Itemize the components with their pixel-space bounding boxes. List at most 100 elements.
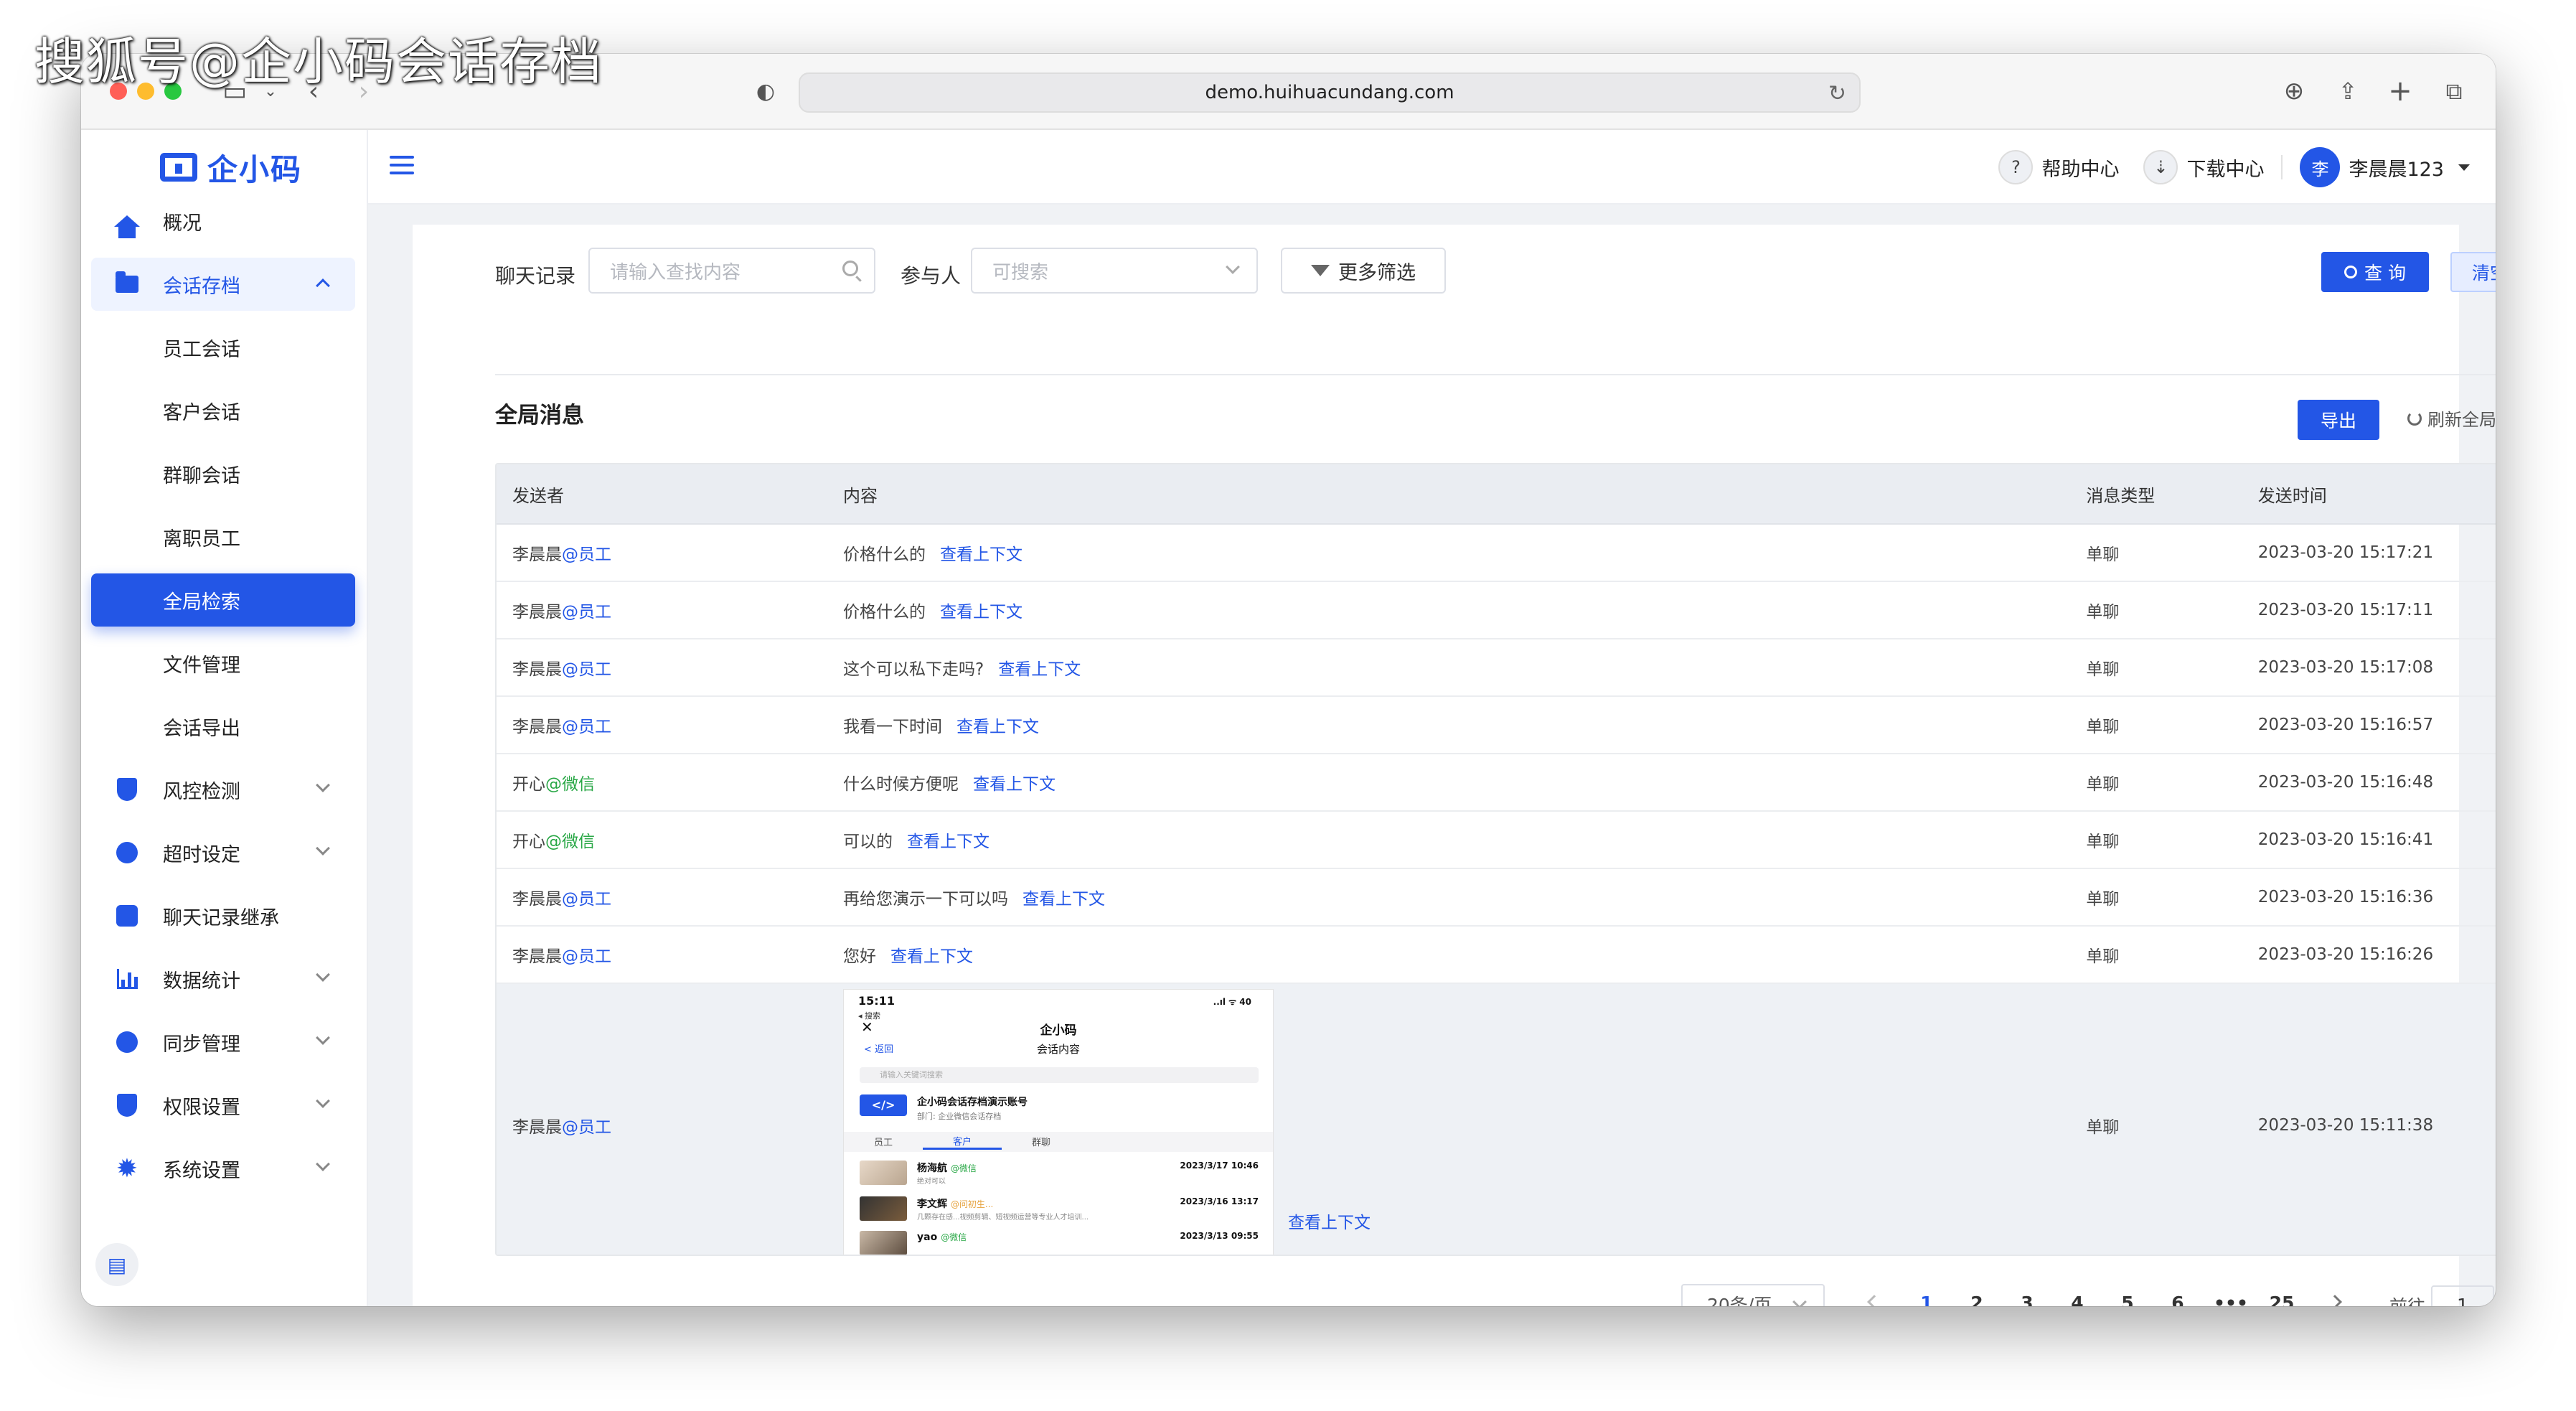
participant-select[interactable]: 可搜索 [971, 248, 1258, 294]
query-button[interactable]: 查 询 [2321, 252, 2429, 292]
time-cell: 2023-03-20 15:17:11 [2257, 601, 2434, 619]
time-cell: 2023-03-20 15:16:36 [2257, 888, 2434, 906]
phone-tab: 员工 [874, 1138, 893, 1148]
time-cell: 2023-03-20 15:17:21 [2257, 543, 2434, 562]
share-icon[interactable]: ⇪ [2331, 74, 2365, 108]
sidebar-item-statistics[interactable]: 数据统计 [91, 952, 355, 1005]
reload-icon[interactable]: ↻ [1828, 81, 1846, 106]
sidebar-item-timeout[interactable]: 超时设定 [91, 826, 355, 879]
sidebar-item-chat-export[interactable]: 会话导出 [91, 700, 355, 753]
page-size-select[interactable]: 20条/页 [1681, 1284, 1825, 1306]
sidebar-item-group-chat[interactable]: 群聊会话 [91, 447, 355, 500]
export-button[interactable]: 导出 [2298, 400, 2379, 440]
view-context-link[interactable]: 查看上下文 [907, 828, 989, 852]
sidebar-item-global-search[interactable]: 全局检索 [91, 573, 355, 627]
help-center-button[interactable]: ? 帮助中心 [1991, 150, 2126, 184]
table-row-image: 李晨晨@员工 15:11 ..ıl ᯤ 40 ◂ 搜索 ✕ 企小码 < 返回 会… [497, 984, 2496, 1255]
phone-item-name: 李文辉 [917, 1198, 948, 1210]
search-icon [842, 261, 858, 276]
sidebar-item-system-settings[interactable]: ✹ 系统设置 [91, 1142, 355, 1195]
sidebar-item-risk-control[interactable]: 风控检测 [91, 763, 355, 816]
next-page-icon[interactable] [2328, 1295, 2342, 1306]
message-content: 什么时候方便呢 [843, 775, 959, 794]
refresh-global-button[interactable]: 刷新全局消息 [2407, 406, 2496, 431]
page-size-label: 20条/页 [1707, 1295, 1772, 1306]
avatar [860, 1230, 908, 1255]
sender-cell: 李晨晨@员工 [497, 598, 843, 622]
participant-placeholder: 可搜索 [992, 261, 1049, 283]
sync-icon [113, 1028, 141, 1056]
address-bar[interactable]: demo.huihuacundang.com ↻ [799, 72, 1861, 113]
sidebar-item-overview[interactable]: 概况 [91, 194, 355, 248]
new-tab-icon[interactable]: + [2383, 74, 2417, 108]
type-cell: 单聊 [2086, 1117, 2120, 1137]
table-row: 李晨晨@员工 价格什么的 查看上下文 单聊 2023-03-20 15:17:21 [497, 525, 2496, 582]
sidebar-item-label: 离职员工 [163, 528, 240, 550]
phone-list-item: 李文辉 @问初生... 几颗存在感...视频剪辑、短视频运营等专业人才培训... … [860, 1196, 1259, 1222]
user-menu[interactable]: 李 李晨晨123 [2293, 147, 2477, 187]
more-filter-button[interactable]: 更多筛选 [1281, 248, 1446, 294]
view-context-link[interactable]: 查看上下文 [956, 713, 1039, 737]
view-context-link[interactable]: 查看上下文 [940, 540, 1023, 565]
type-cell: 单聊 [2086, 603, 2120, 622]
chat-search-input[interactable]: 请输入查找内容 [588, 248, 875, 294]
sender-name: 李晨晨 [512, 718, 562, 736]
type-cell: 单聊 [2086, 660, 2120, 679]
sidebar-item-permissions[interactable]: 权限设置 [91, 1079, 355, 1132]
sidebar-item-inheritance[interactable]: 聊天记录继承 [91, 889, 355, 942]
view-context-link[interactable]: 查看上下文 [1288, 1209, 1371, 1233]
sidebar-item-employee-chat[interactable]: 员工会话 [91, 321, 355, 374]
page-number-4[interactable]: 4 [2063, 1293, 2092, 1306]
download-icon[interactable]: ⊕ [2277, 74, 2311, 108]
sidebar-item-customer-chat[interactable]: 客户会话 [91, 384, 355, 437]
collapse-menu-icon[interactable] [390, 156, 414, 176]
view-context-link[interactable]: 查看上下文 [973, 770, 1056, 794]
logo-icon [160, 153, 197, 182]
page-number-2[interactable]: 2 [1962, 1293, 1991, 1306]
sidebar-item-resigned[interactable]: 离职员工 [91, 510, 355, 563]
sender-tag: @微信 [545, 833, 595, 851]
view-context-link[interactable]: 查看上下文 [940, 598, 1023, 622]
page-number-1[interactable]: 1 [1912, 1293, 1941, 1306]
sidebar-item-archive[interactable]: 会话存档 [91, 258, 355, 311]
brand-logo[interactable]: 企小码 [160, 146, 302, 189]
sidebar: 企小码 概况 会话存档 员工会话 客户会话 群聊会话 离职员工 全局检索 文件管… [81, 130, 368, 1306]
content-cell: 您好 查看上下文 [843, 942, 2086, 967]
sidebar-item-sync[interactable]: 同步管理 [91, 1016, 355, 1069]
download-center-button[interactable]: ⇣ 下载中心 [2136, 150, 2271, 184]
page-number-25[interactable]: 25 [2267, 1293, 2296, 1306]
phone-item-name: 杨海航 [917, 1162, 948, 1174]
page-number-5[interactable]: 5 [2113, 1293, 2142, 1306]
phone-search: 请输入关键词搜索 [860, 1067, 1259, 1083]
sender-tag: @微信 [545, 775, 595, 794]
table-row: 李晨晨@员工 这个可以私下走吗? 查看上下文 单聊 2023-03-20 15:17:0… [497, 639, 2496, 697]
image-message-thumbnail[interactable]: 15:11 ..ıl ᯤ 40 ◂ 搜索 ✕ 企小码 < 返回 会话内容 请输入… [843, 988, 1274, 1255]
goto-label: 前往 [2389, 1293, 2425, 1306]
privacy-shield-icon[interactable]: ◐ [748, 74, 783, 108]
participant-label: 参与人 [901, 264, 962, 288]
sidebar-item-label: 系统设置 [163, 1159, 240, 1182]
phone-list-item: yao @微信 2023/3/13 09:55 [860, 1230, 1259, 1255]
time-cell: 2023-03-20 15:16:57 [2257, 716, 2434, 734]
page-ellipsis[interactable]: ••• [2214, 1293, 2248, 1306]
tabs-overview-icon[interactable]: ⧉ [2437, 74, 2471, 108]
phone-app-title: 企小码 [1040, 1023, 1077, 1038]
header-content: 内容 [843, 485, 878, 506]
sidebar-item-label: 客户会话 [163, 401, 240, 424]
sidebar-item-file-management[interactable]: 文件管理 [91, 637, 355, 690]
goto-page-input[interactable]: 1 [2431, 1285, 2494, 1306]
view-context-link[interactable]: 查看上下文 [890, 942, 973, 967]
query-label: 查 询 [2364, 263, 2406, 283]
message-content: 价格什么的 [843, 603, 926, 622]
view-context-link[interactable]: 查看上下文 [998, 655, 1081, 680]
view-context-link[interactable]: 查看上下文 [1023, 885, 1105, 909]
prev-page-icon[interactable] [1867, 1295, 1881, 1306]
sender-tag: @员工 [562, 890, 611, 909]
section-title: 全局消息 [495, 403, 584, 428]
page-number-6[interactable]: 6 [2163, 1293, 2192, 1306]
page-number-3[interactable]: 3 [2013, 1293, 2041, 1306]
document-icon[interactable]: ▤ [95, 1243, 138, 1286]
user-transfer-icon [113, 901, 141, 930]
clear-button[interactable]: 清空 [2450, 252, 2496, 292]
phone-account: </> 企小码会话存档演示账号 部门: 企业微信会话存档 [860, 1094, 1028, 1122]
